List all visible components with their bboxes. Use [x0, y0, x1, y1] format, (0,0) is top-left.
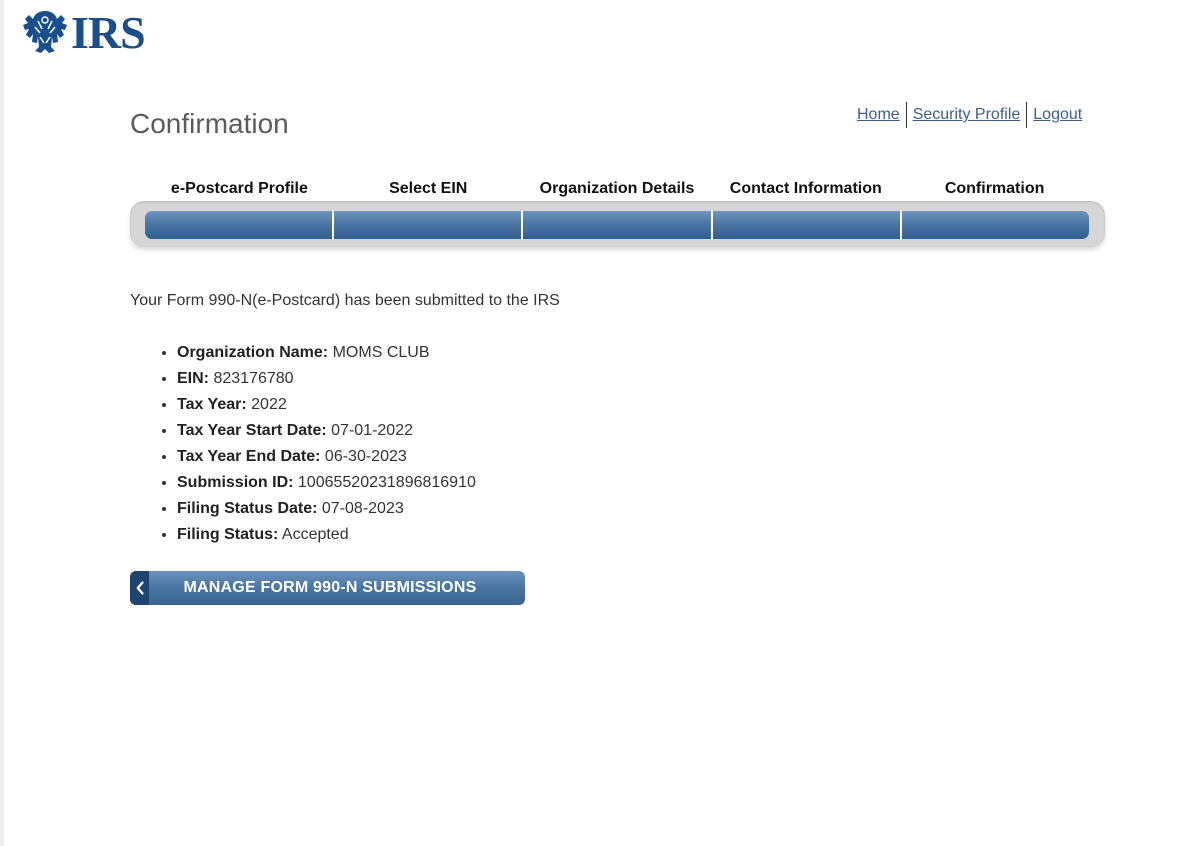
- progress-bar: [145, 211, 1089, 239]
- step-label-organization-details: Organization Details: [539, 180, 695, 197]
- detail-label: EIN:: [177, 370, 209, 387]
- detail-label: Tax Year:: [177, 396, 247, 413]
- detail-label: Filing Status:: [177, 526, 279, 543]
- detail-label: Submission ID:: [177, 474, 294, 491]
- manage-submissions-label: MANAGE FORM 990-N SUBMISSIONS: [183, 579, 477, 596]
- step-label-epostcard-profile: e-Postcard Profile: [170, 180, 308, 197]
- progress-track: [130, 201, 1105, 247]
- detail-value: 06-30-2023: [324, 448, 407, 465]
- detail-tax-year-start-date: Tax Year Start Date: 07-01-2022: [177, 418, 476, 444]
- detail-label: Organization Name:: [177, 344, 329, 361]
- home-link[interactable]: Home: [851, 102, 906, 128]
- detail-value: 2022: [251, 396, 287, 413]
- manage-submissions-button[interactable]: MANAGE FORM 990-N SUBMISSIONS: [130, 571, 525, 605]
- detail-value: 10065520231896816910: [297, 474, 476, 491]
- step-label-confirmation: Confirmation: [944, 180, 1045, 197]
- detail-value: Accepted: [281, 526, 349, 543]
- detail-submission-id: Submission ID: 10065520231896816910: [177, 470, 476, 496]
- submission-message: Your Form 990-N(e-Postcard) has been sub…: [130, 292, 560, 309]
- detail-label: Tax Year End Date:: [177, 448, 321, 465]
- detail-tax-year: Tax Year: 2022: [177, 392, 476, 418]
- logo-text: IRS: [71, 7, 146, 58]
- eagle-icon: [23, 11, 67, 53]
- detail-value: 823176780: [213, 370, 294, 387]
- progress-segment: [145, 211, 335, 239]
- security-profile-link[interactable]: Security Profile: [907, 102, 1027, 128]
- progress-segment: [713, 211, 902, 239]
- detail-value: 07-01-2022: [331, 422, 413, 439]
- detail-label: Tax Year Start Date:: [177, 422, 327, 439]
- detail-ein: EIN: 823176780: [177, 366, 476, 392]
- step-label-contact-information: Contact Information: [729, 180, 882, 197]
- chevron-left-icon: [130, 571, 149, 605]
- progress-segment: [902, 211, 1089, 239]
- logout-link[interactable]: Logout: [1027, 102, 1088, 128]
- page-left-border: [0, 0, 4, 846]
- detail-value: 07-08-2023: [321, 500, 404, 517]
- step-label-select-ein: Select EIN: [389, 180, 468, 197]
- progress-segment: [334, 211, 524, 239]
- detail-value: MOMS CLUB: [332, 344, 430, 361]
- detail-tax-year-end-date: Tax Year End Date: 06-30-2023: [177, 444, 476, 470]
- submission-details-list: Organization Name: MOMS CLUB EIN: 823176…: [157, 340, 476, 548]
- detail-label: Filing Status Date:: [177, 500, 318, 517]
- progress-segment: [523, 211, 713, 239]
- progress-step-labels: e-Postcard Profile Select EIN Organizati…: [145, 180, 1089, 198]
- irs-logo[interactable]: IRS: [20, 7, 146, 58]
- page-title: Confirmation: [130, 108, 289, 139]
- top-nav: Home Security Profile Logout: [851, 102, 1088, 128]
- detail-organization-name: Organization Name: MOMS CLUB: [177, 340, 476, 366]
- detail-filing-status-date: Filing Status Date: 07-08-2023: [177, 496, 476, 522]
- detail-filing-status: Filing Status: Accepted: [177, 522, 476, 548]
